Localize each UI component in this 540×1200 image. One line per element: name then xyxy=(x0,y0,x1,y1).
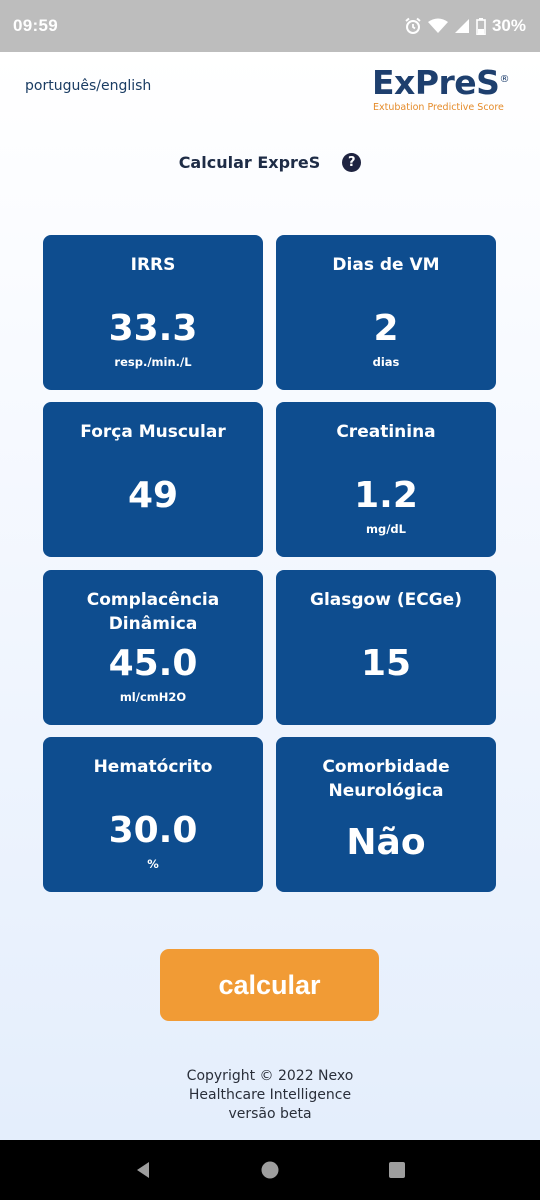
status-icons: 30% xyxy=(404,16,526,36)
app-screen: português/english ExPreS® Extubation Pre… xyxy=(0,52,540,1140)
card-unit: mg/dL xyxy=(366,522,406,536)
footer-company: Healthcare Intelligence xyxy=(188,1087,352,1103)
battery-level: 30% xyxy=(491,16,526,35)
footer: Copyright © 2022 Nexo Healthcare Intelli… xyxy=(0,1067,540,1124)
card-value: 49 xyxy=(127,475,179,516)
card-unit: dias xyxy=(372,355,400,369)
footer-version: versão beta xyxy=(228,1106,312,1122)
language-toggle-link[interactable]: português/english xyxy=(25,78,151,94)
card-value: Não xyxy=(346,822,426,863)
card-glasgow[interactable]: Glasgow (ECGe) 15 xyxy=(276,570,496,725)
card-label: Força Muscular xyxy=(80,422,226,442)
recents-icon[interactable] xyxy=(377,1150,417,1190)
signal-icon xyxy=(454,18,470,34)
footer-copyright: Copyright © 2022 Nexo xyxy=(186,1068,354,1084)
card-value: 33.3 xyxy=(108,308,198,349)
home-icon[interactable] xyxy=(250,1150,290,1190)
logo-subtitle: Extubation Predictive Score xyxy=(373,102,504,113)
calculate-button[interactable]: calcular xyxy=(160,949,379,1021)
back-icon[interactable] xyxy=(123,1150,163,1190)
card-label: Complacência Dinâmica xyxy=(86,590,220,634)
help-icon[interactable]: ? xyxy=(342,152,362,172)
card-unit: ml/cmH2O xyxy=(119,690,187,704)
card-dias-de-vm[interactable]: Dias de VM 2 dias xyxy=(276,235,496,390)
card-label: Hematócrito xyxy=(93,757,213,777)
card-hematocrito[interactable]: Hematócrito 30.0 % xyxy=(43,737,263,892)
card-unit: % xyxy=(147,857,159,871)
card-value: 1.2 xyxy=(354,475,418,516)
battery-icon xyxy=(476,17,486,35)
card-value: 45.0 xyxy=(108,643,198,684)
card-label: Creatinina xyxy=(336,422,436,442)
card-forca-muscular[interactable]: Força Muscular 49 xyxy=(43,402,263,557)
logo-title: ExPreS® xyxy=(372,63,509,102)
title-row: Calcular ExpreS ? xyxy=(0,150,540,174)
card-label: Comorbidade Neurológica xyxy=(322,757,450,801)
card-label: Dias de VM xyxy=(332,255,440,275)
status-time: 09:59 xyxy=(13,16,58,35)
system-nav-bar xyxy=(0,1140,540,1200)
card-value: 30.0 xyxy=(108,810,198,851)
card-unit: resp./min./L xyxy=(114,355,192,369)
card-complacencia-dinamica[interactable]: Complacência Dinâmica 45.0 ml/cmH2O xyxy=(43,570,263,725)
card-irrs[interactable]: IRRS 33.3 resp./min./L xyxy=(43,235,263,390)
expres-logo: ExPreS® Extubation Predictive Score xyxy=(372,60,522,113)
wifi-icon xyxy=(427,18,448,34)
card-creatinina[interactable]: Creatinina 1.2 mg/dL xyxy=(276,402,496,557)
page-title: Calcular ExpreS xyxy=(178,152,321,172)
card-label: Glasgow (ECGe) xyxy=(310,590,462,610)
status-bar: 09:59 30% xyxy=(0,0,540,52)
alarm-icon xyxy=(404,17,422,35)
card-label: IRRS xyxy=(130,255,176,275)
card-comorbidade-neurologica[interactable]: Comorbidade Neurológica Não xyxy=(276,737,496,892)
card-value: 2 xyxy=(373,308,399,349)
card-value: 15 xyxy=(360,643,412,684)
